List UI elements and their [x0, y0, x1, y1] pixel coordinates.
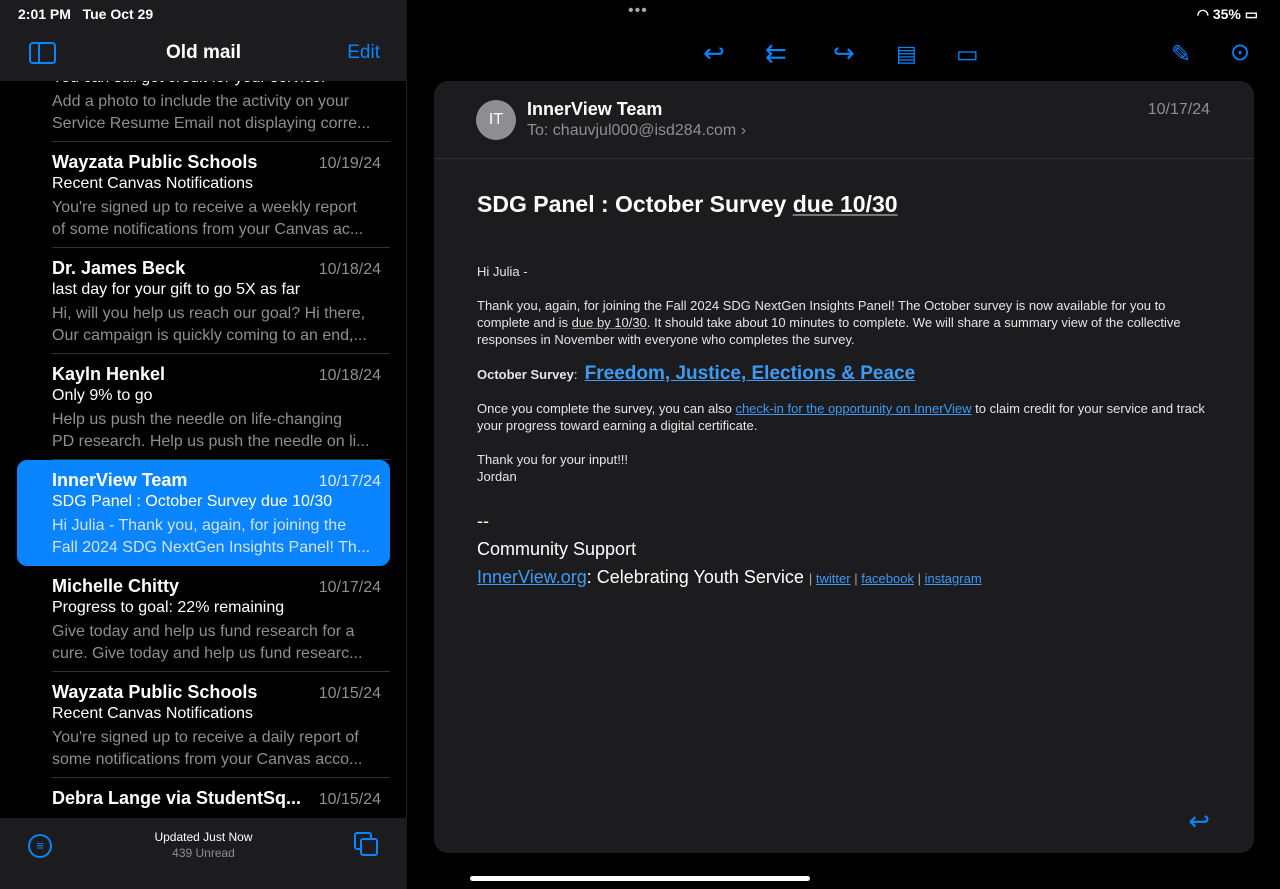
- message-date: 10/19/24: [318, 155, 381, 172]
- message-row[interactable]: Wayzata Public Schools 10/15/24 Recent C…: [17, 672, 390, 778]
- sidebar-footer: ≡ Updated Just Now 439 Unread: [0, 818, 407, 889]
- sidebar-header: 2:01 PM Tue Oct 29 Old mail Edit: [0, 0, 407, 81]
- innerview-link[interactable]: InnerView.org: [477, 567, 587, 587]
- reply-all-icon[interactable]: ⇇: [765, 38, 787, 69]
- more-icon[interactable]: ⊙: [1230, 38, 1250, 67]
- forward-icon[interactable]: ↪: [833, 38, 855, 69]
- message-subject: [52, 811, 377, 818]
- greeting: Hi Julia -: [477, 264, 528, 279]
- message-date: 10/18/24: [318, 367, 381, 384]
- message-subject: Recent Canvas Notifications: [52, 705, 253, 722]
- message-row[interactable]: You can still get credit for your servic…: [17, 81, 390, 142]
- message-sender: Dr. James Beck: [52, 258, 186, 278]
- message-subject: Recent Canvas Notifications: [52, 175, 253, 192]
- message-row[interactable]: Debra Lange via StudentSq... 10/15/24: [17, 778, 390, 818]
- message-preview: Add a photo to include the activity on y…: [52, 93, 371, 132]
- message-row[interactable]: Wayzata Public Schools 10/19/24 Recent C…: [17, 142, 390, 248]
- message-date: 10/17/24: [318, 473, 381, 490]
- email-body: SDG Panel : October Survey due 10/30 Hi …: [477, 191, 1217, 593]
- message-preview: Hi, will you help us reach our goal? Hi …: [52, 305, 367, 344]
- reply-icon[interactable]: ↩: [1188, 806, 1210, 837]
- instagram-link[interactable]: instagram: [925, 571, 982, 586]
- sender-name[interactable]: InnerView Team: [527, 99, 662, 120]
- message-subject: last day for your gift to go 5X as far: [52, 281, 301, 298]
- message-subject: Only 9% to go: [52, 387, 153, 404]
- message-date: 10/17/24: [318, 579, 381, 596]
- message-row[interactable]: InnerView Team 10/17/24 SDG Panel : Octo…: [17, 460, 390, 566]
- message-preview: You're signed up to receive a daily repo…: [52, 729, 363, 768]
- message-subject: SDG Panel : October Survey due 10/30: [52, 493, 333, 510]
- message-subject: Progress to goal: 22% remaining: [52, 599, 285, 616]
- multitasking-dots-icon[interactable]: •••: [628, 2, 648, 20]
- message-preview: Hi Julia - Thank you, again, for joining…: [52, 517, 371, 556]
- message-sender: Wayzata Public Schools: [52, 682, 258, 702]
- divider: [434, 158, 1254, 159]
- paragraph-checkin: Once you complete the survey, you can al…: [477, 401, 1205, 433]
- battery-status: ◠ 35% ▭: [1196, 6, 1258, 22]
- mailbox-title: Old mail: [166, 42, 241, 63]
- home-indicator[interactable]: [470, 876, 810, 881]
- message-preview: Help us push the needle on life-changing…: [52, 411, 370, 450]
- survey-link[interactable]: Freedom, Justice, Elections & Peace: [585, 363, 916, 384]
- message-sender: Debra Lange via StudentSq...: [52, 788, 302, 808]
- compose-icon[interactable]: ✎: [1171, 40, 1191, 69]
- updated-status: Updated Just Now: [154, 830, 253, 844]
- checkin-link[interactable]: check-in for the opportunity on InnerVie…: [735, 401, 971, 416]
- twitter-link[interactable]: twitter: [816, 571, 851, 586]
- multi-window-icon[interactable]: [354, 832, 380, 858]
- message-sender: Wayzata Public Schools: [52, 152, 258, 172]
- unread-count: 439 Unread: [172, 846, 235, 860]
- message-row[interactable]: Dr. James Beck 10/18/24 last day for you…: [17, 248, 390, 354]
- edit-button[interactable]: Edit: [347, 42, 380, 64]
- archive-icon[interactable]: ▤: [896, 41, 917, 67]
- mailbox-sidebar: 2:01 PM Tue Oct 29 Old mail Edit You can…: [0, 0, 407, 889]
- email-date: 10/17/24: [1147, 101, 1210, 118]
- avatar: IT: [476, 100, 516, 140]
- message-row[interactable]: Kayln Henkel 10/18/24 Only 9% to go Help…: [17, 354, 390, 460]
- message-sender: InnerView Team: [52, 470, 188, 490]
- folder-icon[interactable]: ▭: [956, 40, 979, 69]
- facebook-link[interactable]: facebook: [861, 571, 914, 586]
- message-preview: Give today and help us fund research for…: [52, 623, 363, 662]
- survey-line: October Survey: Freedom, Justice, Electi…: [477, 363, 916, 384]
- reply-icon[interactable]: ↩: [703, 38, 725, 69]
- message-date: 10/15/24: [318, 791, 381, 808]
- message-sender: Kayln Henkel: [52, 364, 166, 384]
- message-sender: Michelle Chitty: [52, 576, 180, 596]
- message-preview: You're signed up to receive a weekly rep…: [52, 199, 364, 238]
- status-time: 2:01 PM Tue Oct 29: [18, 6, 154, 22]
- email-heading: SDG Panel : October Survey due 10/30: [477, 191, 898, 217]
- paragraph-intro: Thank you, again, for joining the Fall 2…: [477, 298, 1181, 347]
- message-pane: ••• ◠ 35% ▭ ↩ ⇇ ↪ ▤ ▭ ✎ ⊙ IT InnerView T…: [408, 0, 1280, 889]
- signoff: Thank you for your input!!! Jordan: [477, 452, 629, 484]
- message-date: 10/15/24: [318, 685, 381, 702]
- message-date: 10/18/24: [318, 261, 381, 278]
- message-row[interactable]: Michelle Chitty 10/17/24 Progress to goa…: [17, 566, 390, 672]
- message-subject: You can still get credit for your servic…: [52, 81, 377, 91]
- message-list[interactable]: You can still get credit for your servic…: [0, 81, 407, 818]
- signature: -- Community Support InnerView.org: Cele…: [477, 511, 982, 587]
- email-card: IT InnerView Team To: chauvjul000@isd284…: [434, 81, 1254, 853]
- recipient[interactable]: To: chauvjul000@isd284.com ›: [527, 122, 746, 140]
